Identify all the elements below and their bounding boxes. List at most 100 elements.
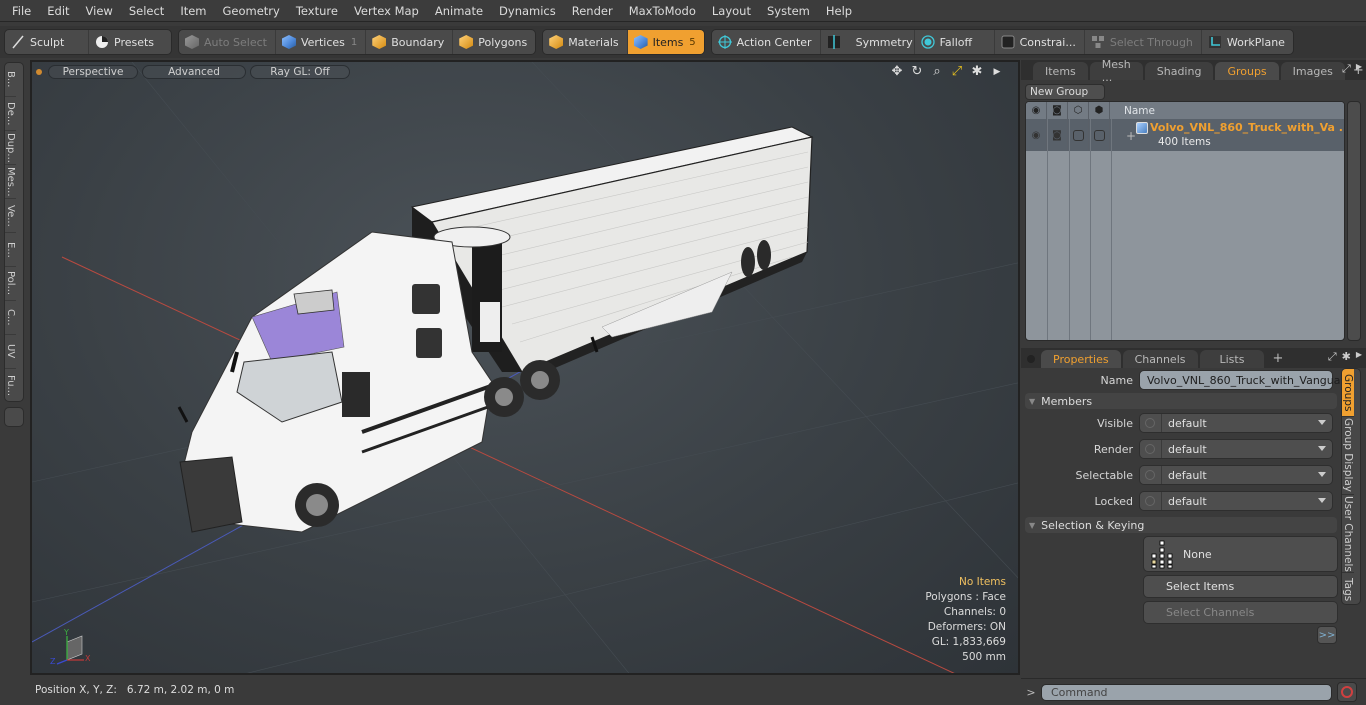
group-row[interactable]: ◉ ◙ + Volvo_VNL_860_Truck_with_Va ... 40… (1026, 119, 1344, 151)
render-header-icon[interactable]: ◙ (1047, 102, 1068, 119)
lock-header-icon[interactable]: ⬢ (1089, 102, 1110, 119)
tab-items[interactable]: Items (1033, 62, 1088, 80)
record-macro-button[interactable] (1337, 682, 1357, 702)
panel-menu-icon[interactable]: ▶ (1356, 62, 1362, 76)
group-visibility-icon[interactable]: ◉ (1026, 119, 1047, 151)
menu-view[interactable]: View (78, 0, 121, 22)
selectable-dropdown[interactable]: default (1139, 465, 1333, 485)
viewport-status-dot[interactable] (36, 69, 42, 75)
group-lock-toggle[interactable] (1089, 119, 1110, 151)
expand-group-icon[interactable]: + (1126, 129, 1136, 143)
tab-channels[interactable]: Channels (1122, 350, 1198, 368)
menu-help[interactable]: Help (818, 0, 860, 22)
viewport-header: Perspective Advanced Ray GL: Off (32, 62, 1018, 82)
falloff-button[interactable]: Falloff (915, 30, 995, 54)
tool-tab-mesh-edit[interactable]: Mes... (5, 165, 16, 199)
view-mode-dropdown[interactable]: Perspective (48, 65, 138, 79)
raygl-toggle[interactable]: Ray GL: Off (250, 65, 350, 79)
move-icon[interactable]: ✥ (890, 64, 904, 79)
command-input[interactable]: Command (1041, 683, 1332, 701)
more-button[interactable]: >> (1317, 626, 1337, 644)
expand-icon[interactable]: ⤢ (1328, 350, 1337, 364)
settings-icon[interactable]: ✱ (970, 64, 984, 79)
fit-icon[interactable]: ⤢ (950, 64, 964, 79)
tool-tab-basic[interactable]: B... (5, 63, 16, 97)
side-tab-user-channels[interactable]: User Channels (1342, 495, 1354, 573)
vertices-button[interactable]: Vertices 1 (276, 30, 367, 54)
boundary-button[interactable]: Boundary (366, 30, 454, 54)
tab-mesh[interactable]: Mesh ... (1089, 58, 1143, 84)
tab-properties[interactable]: Properties (1041, 350, 1121, 368)
zoom-icon[interactable]: ⌕ (930, 64, 944, 79)
name-column-header[interactable]: Name (1110, 105, 1155, 117)
new-group-button[interactable]: New Group (1025, 84, 1105, 100)
menu-maxtomodo[interactable]: MaxToModo (621, 0, 704, 22)
tool-tab-uv[interactable]: UV (5, 335, 16, 369)
groups-scrollbar[interactable] (1347, 101, 1361, 341)
more-icon[interactable]: ▶ (990, 67, 1004, 77)
add-tab-button[interactable]: + (1266, 350, 1289, 368)
tool-tab-curve[interactable]: C... (5, 301, 16, 335)
panel-menu-icon[interactable]: ▶ (1356, 350, 1362, 364)
symmetry-button[interactable]: Symmetry (821, 30, 915, 54)
rotate-icon[interactable]: ↻ (910, 64, 924, 79)
group-render-icon[interactable]: ◙ (1047, 119, 1068, 151)
none-button[interactable]: None (1143, 536, 1338, 572)
visible-dropdown[interactable]: default (1139, 413, 1333, 433)
constraints-button[interactable]: Constrai... (995, 30, 1085, 54)
tool-tab-fusion[interactable]: Fu... (5, 369, 16, 403)
members-section[interactable]: ▼ Members (1025, 393, 1337, 409)
tool-tab-polygon[interactable]: Pol... (5, 267, 16, 301)
menu-select[interactable]: Select (121, 0, 172, 22)
polygons-button[interactable]: Polygons (453, 30, 535, 54)
tool-tab-edge[interactable]: E... (5, 233, 16, 267)
menu-dynamics[interactable]: Dynamics (491, 0, 564, 22)
tab-groups[interactable]: Groups (1215, 62, 1279, 80)
panel-handle-icon[interactable] (1027, 355, 1035, 363)
name-field[interactable]: Volvo_VNL_860_Truck_with_Vanguard (1139, 370, 1352, 390)
tool-tab-duplicate[interactable]: Dup... (5, 131, 16, 165)
tool-tab-deform[interactable]: De... (5, 97, 16, 131)
locked-dropdown[interactable]: default (1139, 491, 1333, 511)
auto-select-button[interactable]: Auto Select (179, 30, 276, 54)
select-channels-button[interactable]: Select Channels (1143, 601, 1338, 624)
menu-render[interactable]: Render (564, 0, 621, 22)
side-tab-groups[interactable]: Groups (1342, 369, 1354, 417)
menu-file[interactable]: File (4, 0, 39, 22)
menu-vertex-map[interactable]: Vertex Map (346, 0, 427, 22)
shading-dropdown[interactable]: Advanced (142, 65, 246, 79)
menu-geometry[interactable]: Geometry (215, 0, 288, 22)
side-tab-group-display[interactable]: Group Display (1342, 417, 1354, 495)
selectable-header-icon[interactable]: ⬡ (1068, 102, 1089, 119)
expand-icon[interactable]: ⤢ (1342, 62, 1351, 76)
render-dropdown[interactable]: default (1139, 439, 1333, 459)
menu-system[interactable]: System (759, 0, 818, 22)
items-button[interactable]: Items 5 (627, 30, 704, 54)
tab-lists[interactable]: Lists (1199, 350, 1265, 368)
action-center-button[interactable]: Action Center (712, 30, 821, 54)
menu-item[interactable]: Item (172, 0, 214, 22)
presets-button[interactable]: Presets (89, 30, 162, 54)
sculpt-button[interactable]: Sculpt (5, 30, 89, 54)
tab-images[interactable]: Images (1280, 62, 1345, 80)
selection-keying-section[interactable]: ▼ Selection & Keying (1025, 517, 1337, 533)
tool-tab-vertex[interactable]: Ve... (5, 199, 16, 233)
tool-tab-extra[interactable] (4, 407, 24, 427)
menu-animate[interactable]: Animate (427, 0, 491, 22)
materials-button[interactable]: Materials (543, 30, 628, 54)
select-through-button[interactable]: Select Through (1085, 30, 1202, 54)
menu-texture[interactable]: Texture (288, 0, 346, 22)
select-items-button[interactable]: Select Items (1143, 575, 1338, 598)
items-icon (633, 35, 648, 49)
col-divider (1047, 119, 1048, 340)
settings-icon[interactable]: ✱ (1342, 350, 1351, 364)
group-selectable-toggle[interactable] (1068, 119, 1089, 151)
side-tab-tags[interactable]: Tags (1342, 573, 1354, 604)
auto-select-icon (185, 35, 199, 49)
visibility-header-icon[interactable]: ◉ (1026, 102, 1047, 119)
menu-layout[interactable]: Layout (704, 0, 759, 22)
tab-shading[interactable]: Shading (1144, 62, 1214, 80)
3d-viewport[interactable]: Y X Z Perspective Advanced Ray GL: Off ✥… (30, 60, 1020, 675)
workplane-button[interactable]: WorkPlane (1202, 30, 1293, 54)
menu-edit[interactable]: Edit (39, 0, 77, 22)
